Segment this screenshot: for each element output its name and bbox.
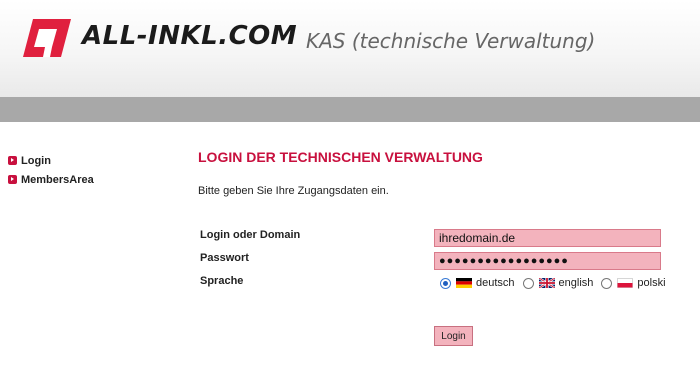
password-input[interactable]: ●●●●●●●●●●●●●●●●●	[434, 252, 661, 270]
language-radio-polski[interactable]	[601, 277, 613, 289]
de-flag-icon	[456, 278, 472, 288]
app-title: KAS (technische Verwaltung)	[306, 29, 596, 53]
header: ALL-INKL.COM KAS (technische Verwaltung)	[0, 0, 700, 97]
language-options: deutsch english polski	[440, 277, 666, 289]
sidebar-item-membersarea[interactable]: MembersArea	[8, 170, 94, 189]
sidebar-item-login[interactable]: Login	[8, 151, 94, 170]
arrow-bullet-icon	[8, 175, 17, 184]
language-label-english[interactable]: english	[559, 277, 594, 289]
language-label-deutsch[interactable]: deutsch	[476, 277, 515, 289]
login-label: Login oder Domain	[200, 229, 301, 241]
header-bar	[0, 97, 700, 122]
password-label: Passwort	[200, 252, 249, 264]
page-title: LOGIN DER TECHNISCHEN VERWALTUNG	[198, 149, 483, 165]
intro-text: Bitte geben Sie Ihre Zugangsdaten ein.	[198, 185, 389, 197]
login-input[interactable]	[434, 229, 661, 247]
language-radio-english[interactable]	[522, 277, 534, 289]
logo-icon	[23, 19, 71, 57]
pl-flag-icon	[617, 278, 634, 288]
language-radio-deutsch[interactable]	[440, 277, 451, 289]
sidebar-item-label: Login	[21, 154, 51, 167]
language-label-polski[interactable]: polski	[637, 277, 665, 289]
sidebar-item-label: MembersArea	[21, 173, 94, 186]
language-label: Sprache	[200, 275, 244, 287]
uk-flag-icon	[538, 278, 555, 288]
logo-text: ALL-INKL.COM	[82, 21, 298, 51]
login-button[interactable]: Login	[434, 326, 473, 346]
arrow-bullet-icon	[8, 156, 17, 165]
sidebar: Login MembersArea	[8, 151, 94, 189]
